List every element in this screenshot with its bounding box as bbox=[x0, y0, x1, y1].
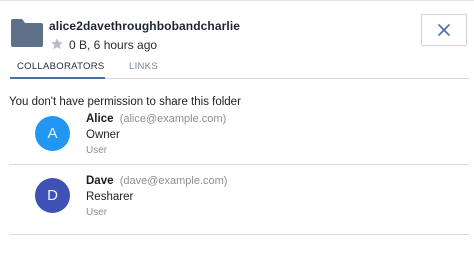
active-tab-indicator bbox=[10, 77, 105, 79]
collaborator-row: A Alice (alice@example.com) Owner User bbox=[9, 105, 469, 165]
avatar: A bbox=[35, 116, 70, 151]
tab-collaborators[interactable]: COLLABORATORS bbox=[17, 61, 105, 72]
collaborator-name: Dave bbox=[86, 175, 114, 187]
folder-title: alice2davethroughbobandcharlie bbox=[49, 19, 241, 33]
tab-bar: COLLABORATORS LINKS bbox=[10, 57, 469, 79]
collaborator-type: User bbox=[86, 145, 108, 156]
folder-meta: 0 B, 6 hours ago bbox=[69, 38, 158, 52]
collaborator-row: D Dave (dave@example.com) Resharer User bbox=[9, 165, 469, 235]
top-divider bbox=[0, 0, 474, 1]
collaborator-type: User bbox=[86, 207, 108, 218]
collaborator-name-line: Alice (alice@example.com) bbox=[86, 113, 226, 125]
collaborator-name-line: Dave (dave@example.com) bbox=[86, 175, 227, 187]
tab-links[interactable]: LINKS bbox=[129, 61, 158, 72]
collaborator-email: (dave@example.com) bbox=[119, 175, 228, 187]
star-icon[interactable] bbox=[50, 37, 64, 51]
close-icon bbox=[438, 24, 450, 36]
folder-icon bbox=[11, 19, 43, 47]
collaborator-role: Resharer bbox=[86, 191, 134, 203]
collaborator-role: Owner bbox=[86, 129, 120, 141]
avatar: D bbox=[35, 178, 70, 213]
collaborator-name: Alice bbox=[86, 113, 114, 125]
close-button[interactable] bbox=[421, 14, 467, 46]
collaborator-email: (alice@example.com) bbox=[119, 113, 227, 125]
